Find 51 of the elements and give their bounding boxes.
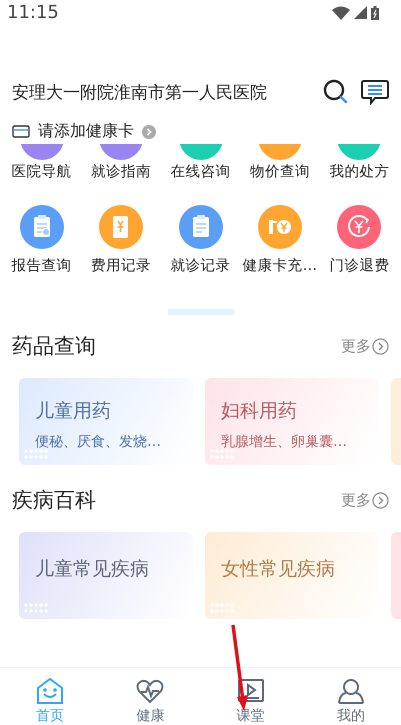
service-icon[interactable]	[258, 205, 302, 249]
dots-decoration	[210, 603, 236, 613]
tab-bar-item[interactable]: 我的	[300, 668, 401, 725]
card-title: 女性常见疾病	[221, 557, 336, 582]
message-icon[interactable]	[361, 79, 389, 105]
service-label[interactable]: 就诊指南	[91, 162, 152, 181]
status-time: 11:15	[7, 2, 59, 23]
smiley-house-icon	[36, 678, 64, 704]
dots-decoration	[24, 603, 50, 613]
service-icon[interactable]	[178, 205, 223, 249]
hospital-name: 安理大一附院淮南市第一人民医院	[12, 82, 267, 104]
chevron-circle-icon[interactable]	[142, 124, 156, 138]
service-label[interactable]: 报告查询	[12, 256, 72, 275]
chevron-circle-icon[interactable]	[372, 338, 389, 354]
card-title: 儿童常见疾病	[35, 557, 150, 582]
tab-bar-item[interactable]: 课堂	[200, 668, 301, 725]
category-card[interactable]: 妇科用药 乳腺增生、卵巢囊…	[205, 378, 379, 465]
tab-bar-item[interactable]: 健康	[100, 668, 200, 725]
card-icon	[12, 125, 30, 138]
section-title: 疾病百科	[12, 487, 96, 514]
service-label[interactable]: 我的处方	[329, 162, 390, 181]
service-label[interactable]: 医院导航	[12, 162, 72, 181]
service-label[interactable]: 健康卡充…	[242, 256, 318, 275]
category-card[interactable]: 儿童用药 便秘、厌食、发烧…	[19, 378, 193, 465]
more-link[interactable]: 更多	[341, 490, 371, 510]
card-title: 妇科用药	[221, 399, 298, 424]
heart-pulse-icon	[136, 678, 164, 704]
dots-decoration	[24, 449, 50, 459]
chevron-circle-icon[interactable]	[372, 492, 389, 508]
service-label[interactable]: 在线咨询	[170, 162, 231, 181]
service-icon[interactable]	[337, 205, 382, 249]
person-icon	[336, 678, 365, 704]
service-label[interactable]: 物价查询	[250, 162, 310, 181]
service-label[interactable]: 就诊记录	[170, 256, 231, 275]
section-title: 药品查询	[12, 333, 96, 360]
service-label[interactable]: 门诊退费	[329, 256, 390, 275]
add-health-card-link[interactable]: 请添加健康卡	[38, 121, 134, 142]
video-play-icon	[236, 678, 265, 704]
service-icon[interactable]	[20, 205, 64, 249]
card-subtitle: 乳腺增生、卵巢囊…	[221, 433, 348, 451]
wifi-icon	[332, 6, 350, 20]
signal-icon	[354, 6, 367, 19]
category-card[interactable]: 儿童常见疾病	[19, 532, 193, 619]
search-icon[interactable]	[323, 79, 349, 105]
more-link[interactable]: 更多	[341, 336, 371, 356]
page-indicator	[168, 309, 234, 315]
service-label[interactable]: 费用记录	[91, 256, 152, 275]
battery-icon	[371, 6, 379, 20]
card-title: 儿童用药	[35, 399, 112, 424]
card-subtitle: 便秘、厌食、发烧…	[35, 433, 162, 451]
service-icon[interactable]	[99, 205, 144, 249]
